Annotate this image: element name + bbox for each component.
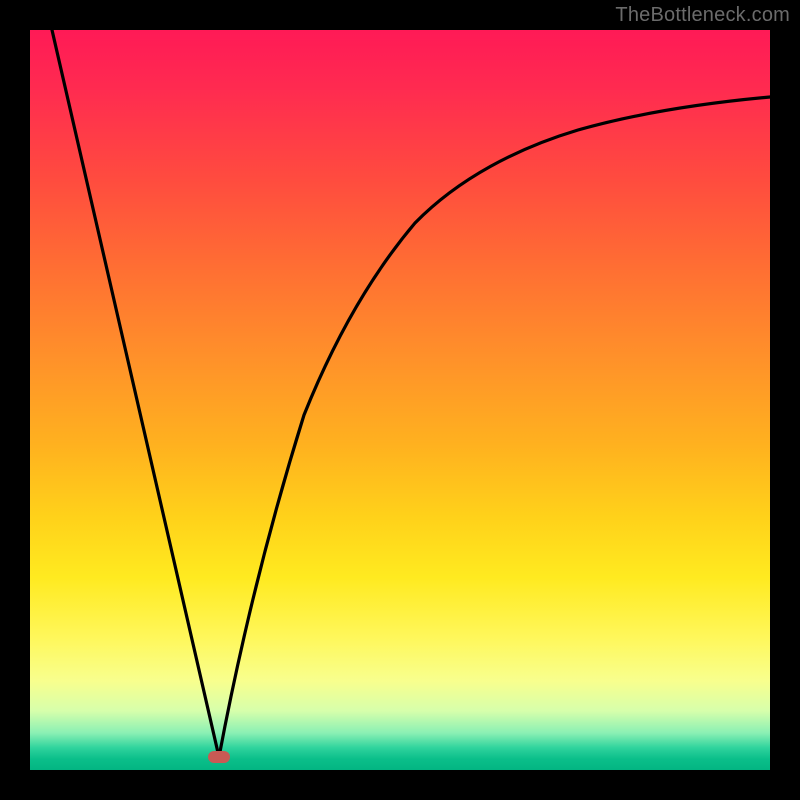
plot-area <box>30 30 770 770</box>
chart-frame: TheBottleneck.com <box>0 0 800 800</box>
bottleneck-curve <box>30 30 770 770</box>
min-marker <box>208 751 230 763</box>
curve-right-branch <box>219 97 770 757</box>
curve-left-branch <box>52 30 219 757</box>
watermark-text: TheBottleneck.com <box>615 4 790 27</box>
